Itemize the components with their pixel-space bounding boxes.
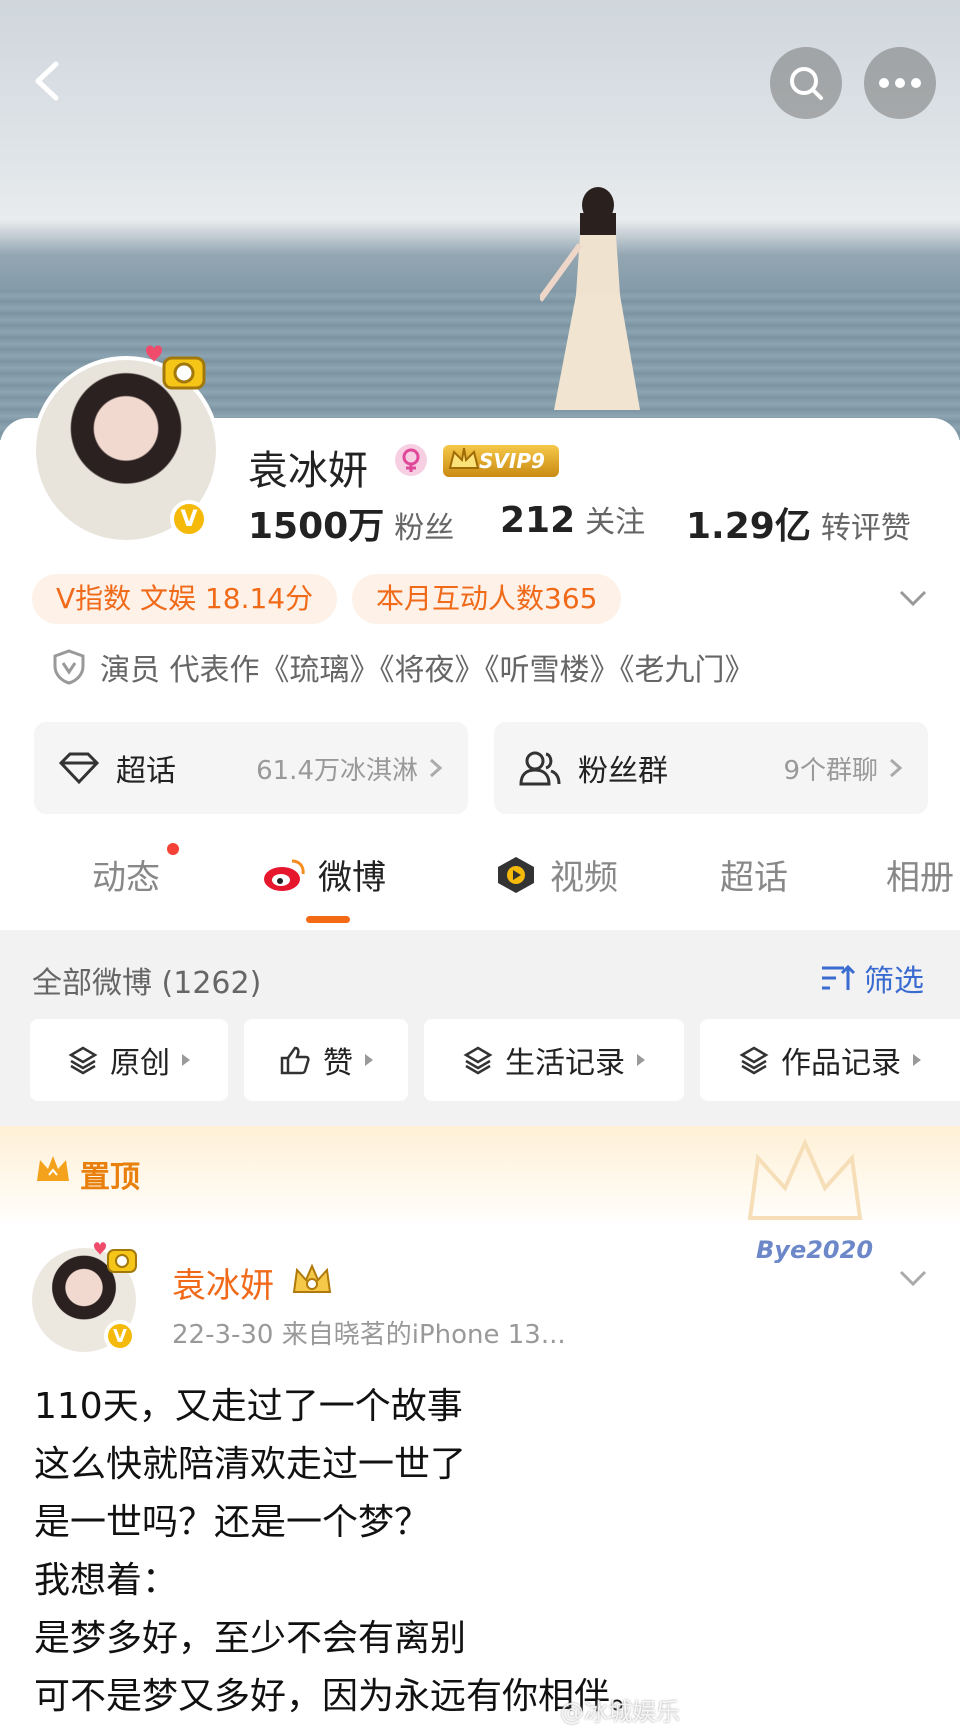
layers-icon: [463, 1046, 493, 1075]
thumbs-up-icon: [280, 1046, 310, 1075]
banner-figure: [540, 187, 640, 410]
shield-icon: [53, 649, 85, 685]
post-line: 是一世吗？还是一个梦？: [34, 1502, 431, 1543]
more-icon: [879, 78, 921, 88]
post-line: 我想着：: [34, 1560, 179, 1601]
fan-group-entry[interactable]: 粉丝群 9个群聊: [494, 722, 928, 814]
post-menu-chevron-icon[interactable]: [898, 1268, 928, 1288]
chevron-right-icon: [890, 758, 903, 778]
chip-work-record[interactable]: 作品记录: [700, 1019, 960, 1101]
post-line: 可不是梦又多好，因为永远有你相伴。: [34, 1676, 647, 1717]
feed-count-title: 全部微博 (1262): [32, 966, 262, 1001]
post-line: 110天，又走过了一个故事: [34, 1386, 463, 1427]
chip-like[interactable]: 赞: [244, 1019, 408, 1101]
search-icon: [790, 67, 823, 100]
dropdown-arrow-icon: [182, 1054, 190, 1066]
interaction-pill[interactable]: 本月互动人数365: [352, 574, 622, 624]
tab-dynamic[interactable]: 动态: [92, 850, 160, 899]
camera-decor-icon: [94, 1242, 137, 1273]
tab-weibo[interactable]: 微博: [262, 850, 386, 899]
dropdown-arrow-icon: [913, 1054, 921, 1066]
camera-decor-icon: [146, 345, 206, 390]
profile-name: 袁冰妍: [248, 448, 368, 494]
post-author-name[interactable]: 袁冰妍: [172, 1258, 274, 1307]
crown-watermark-icon: [747, 1138, 863, 1220]
crown-icon: [37, 1156, 69, 1181]
tab-video[interactable]: 视频: [494, 850, 618, 899]
filter-button[interactable]: 筛选: [820, 956, 924, 1000]
verified-badge-icon: V: [104, 1320, 136, 1352]
chip-life-record[interactable]: 生活记录: [424, 1019, 684, 1101]
tab-album[interactable]: 相册: [886, 850, 954, 899]
profile-tabs: 动态 微博 视频 超话 相册: [0, 850, 960, 930]
pinned-label: 置顶: [80, 1160, 140, 1195]
notification-dot: [167, 843, 179, 855]
dropdown-arrow-icon: [637, 1054, 645, 1066]
following-stat[interactable]: 212 关注: [500, 497, 645, 541]
fans-stat[interactable]: 1500万 粉丝: [248, 497, 454, 549]
watermark: @冰城娱乐: [560, 1698, 680, 1726]
more-button[interactable]: [864, 47, 936, 119]
crown-icon: [448, 447, 480, 469]
reposts-likes-stat[interactable]: 1.29亿 转评赞: [686, 497, 911, 549]
post-meta: 22-3-30 来自晓茗的iPhone 13...: [172, 1320, 566, 1350]
post-line: 是梦多好，至少不会有离别: [34, 1618, 467, 1659]
verified-badge-icon: V: [170, 500, 208, 538]
tab-supertopic[interactable]: 超话: [720, 850, 788, 899]
expand-chevron-icon[interactable]: [898, 588, 928, 608]
layers-icon: [739, 1046, 769, 1075]
v-index-pill[interactable]: V指数 文娱 18.14分: [32, 574, 338, 624]
post-body[interactable]: 110天，又走过了一个故事 这么快就陪清欢走过一世了 是一世吗？还是一个梦？ 我…: [34, 1378, 646, 1726]
group-icon: [519, 751, 561, 786]
weibo-logo-icon: [264, 859, 305, 891]
filter-icon: [822, 964, 856, 990]
layers-icon: [68, 1046, 98, 1075]
post-line: 这么快就陪清欢走过一世了: [34, 1444, 467, 1485]
back-icon[interactable]: [24, 56, 74, 106]
post-decoration-text: Bye2020: [756, 1236, 874, 1264]
vip-crown-icon: [292, 1263, 332, 1293]
profile-intro: 演员 代表作《琉璃》《将夜》《听雪楼》《老九门》: [52, 645, 755, 689]
diamond-icon: [58, 752, 100, 785]
chip-original[interactable]: 原创: [30, 1019, 228, 1101]
video-icon: [498, 856, 534, 893]
dropdown-arrow-icon: [365, 1054, 373, 1066]
female-icon: [395, 444, 427, 476]
supertopic-entry[interactable]: 超话 61.4万冰淇淋: [34, 722, 468, 814]
active-tab-indicator: [306, 916, 350, 923]
search-button[interactable]: [770, 47, 842, 119]
chevron-right-icon: [430, 758, 443, 778]
